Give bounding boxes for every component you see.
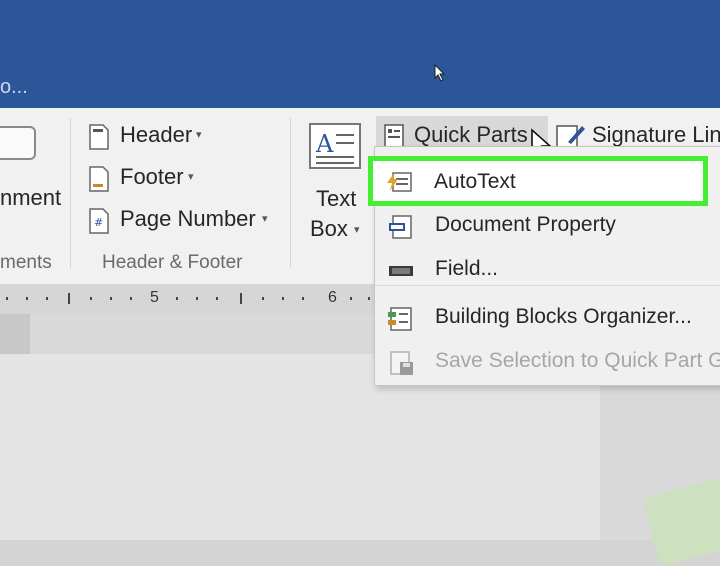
vertical-ruler xyxy=(0,314,30,354)
menu-item-field[interactable]: Field... xyxy=(375,249,720,293)
header-icon xyxy=(88,124,110,155)
autotext-highlight-outline: AutoText xyxy=(368,156,708,206)
comment-icon xyxy=(0,126,38,171)
text-box-icon: A xyxy=(308,122,362,175)
page-number-icon: # xyxy=(88,208,110,239)
chevron-down-icon: ▾ xyxy=(262,213,268,225)
text-box-button[interactable]: A Text Box ▾ xyxy=(304,122,366,242)
document-property-icon xyxy=(387,214,415,240)
svg-text:A: A xyxy=(315,130,334,158)
new-comment-button[interactable]: nment xyxy=(0,185,61,211)
svg-text:#: # xyxy=(94,216,103,229)
menu-item-label: Building Blocks Organizer... xyxy=(435,305,692,328)
chevron-down-icon: ▾ xyxy=(354,224,360,236)
group-divider xyxy=(70,118,71,268)
text-box-label-line1: Text xyxy=(316,186,357,211)
quick-parts-label: Quick Parts xyxy=(414,122,528,147)
menu-item-label: Save Selection to Quick Part G xyxy=(435,349,720,372)
page-number-label: Page Number xyxy=(120,206,256,231)
chevron-down-icon: ▾ xyxy=(196,129,202,141)
building-blocks-icon xyxy=(387,306,415,332)
comments-group-label: ments xyxy=(0,252,52,273)
header-footer-group-label: Header & Footer xyxy=(102,252,243,273)
footer-icon xyxy=(88,166,110,197)
footer-label: Footer xyxy=(120,164,184,189)
signature-line-label: Signature Lin xyxy=(592,122,720,147)
save-selection-icon xyxy=(387,350,415,376)
autotext-label[interactable]: AutoText xyxy=(434,170,516,194)
chevron-down-icon: ▾ xyxy=(188,171,194,183)
header-label: Header xyxy=(120,122,193,147)
menu-item-building-blocks-organizer[interactable]: Building Blocks Organizer... xyxy=(375,297,720,341)
menu-item-document-property[interactable]: Document Property xyxy=(375,205,720,249)
title-bar xyxy=(0,0,720,108)
field-icon xyxy=(387,258,415,284)
menu-item-label: Field... xyxy=(435,257,499,280)
ruler-label: 5 xyxy=(150,289,159,306)
autotext-icon xyxy=(385,169,413,200)
menu-item-save-selection: Save Selection to Quick Part G xyxy=(375,341,720,385)
text-box-label-line2: Box xyxy=(310,216,348,241)
menu-separator xyxy=(375,285,720,286)
mouse-pointer-icon xyxy=(434,63,446,87)
group-divider xyxy=(290,118,291,268)
menu-item-label: Document Property xyxy=(435,213,616,236)
window-title: o... xyxy=(0,76,28,98)
ruler-label: 6 xyxy=(328,289,337,306)
